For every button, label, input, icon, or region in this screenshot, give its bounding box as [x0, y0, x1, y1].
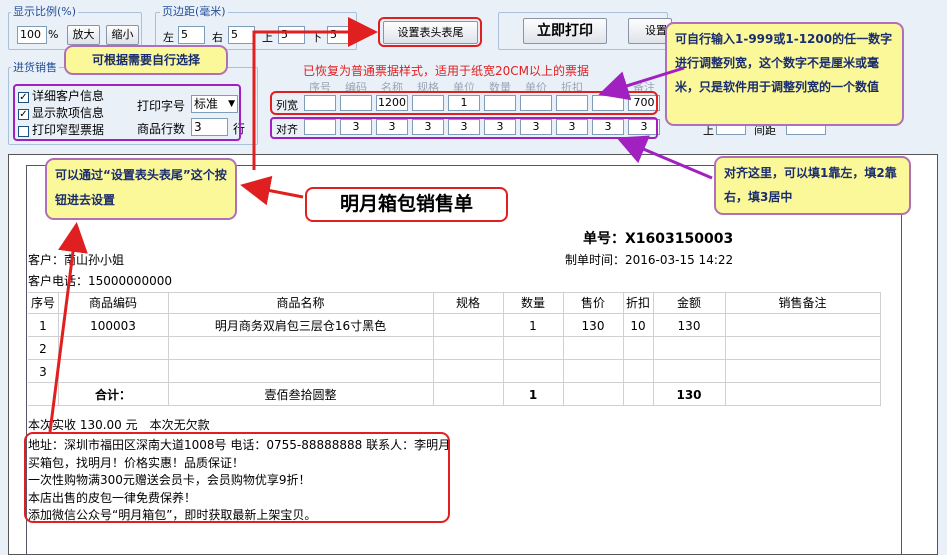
arrow-to-width [598, 66, 685, 101]
arrow-to-header-button [252, 17, 378, 170]
annotation-arrows [48, 17, 713, 433]
arrow-to-footer [48, 222, 88, 433]
arrow-to-align [616, 135, 713, 180]
arrow-from-title [240, 175, 304, 206]
